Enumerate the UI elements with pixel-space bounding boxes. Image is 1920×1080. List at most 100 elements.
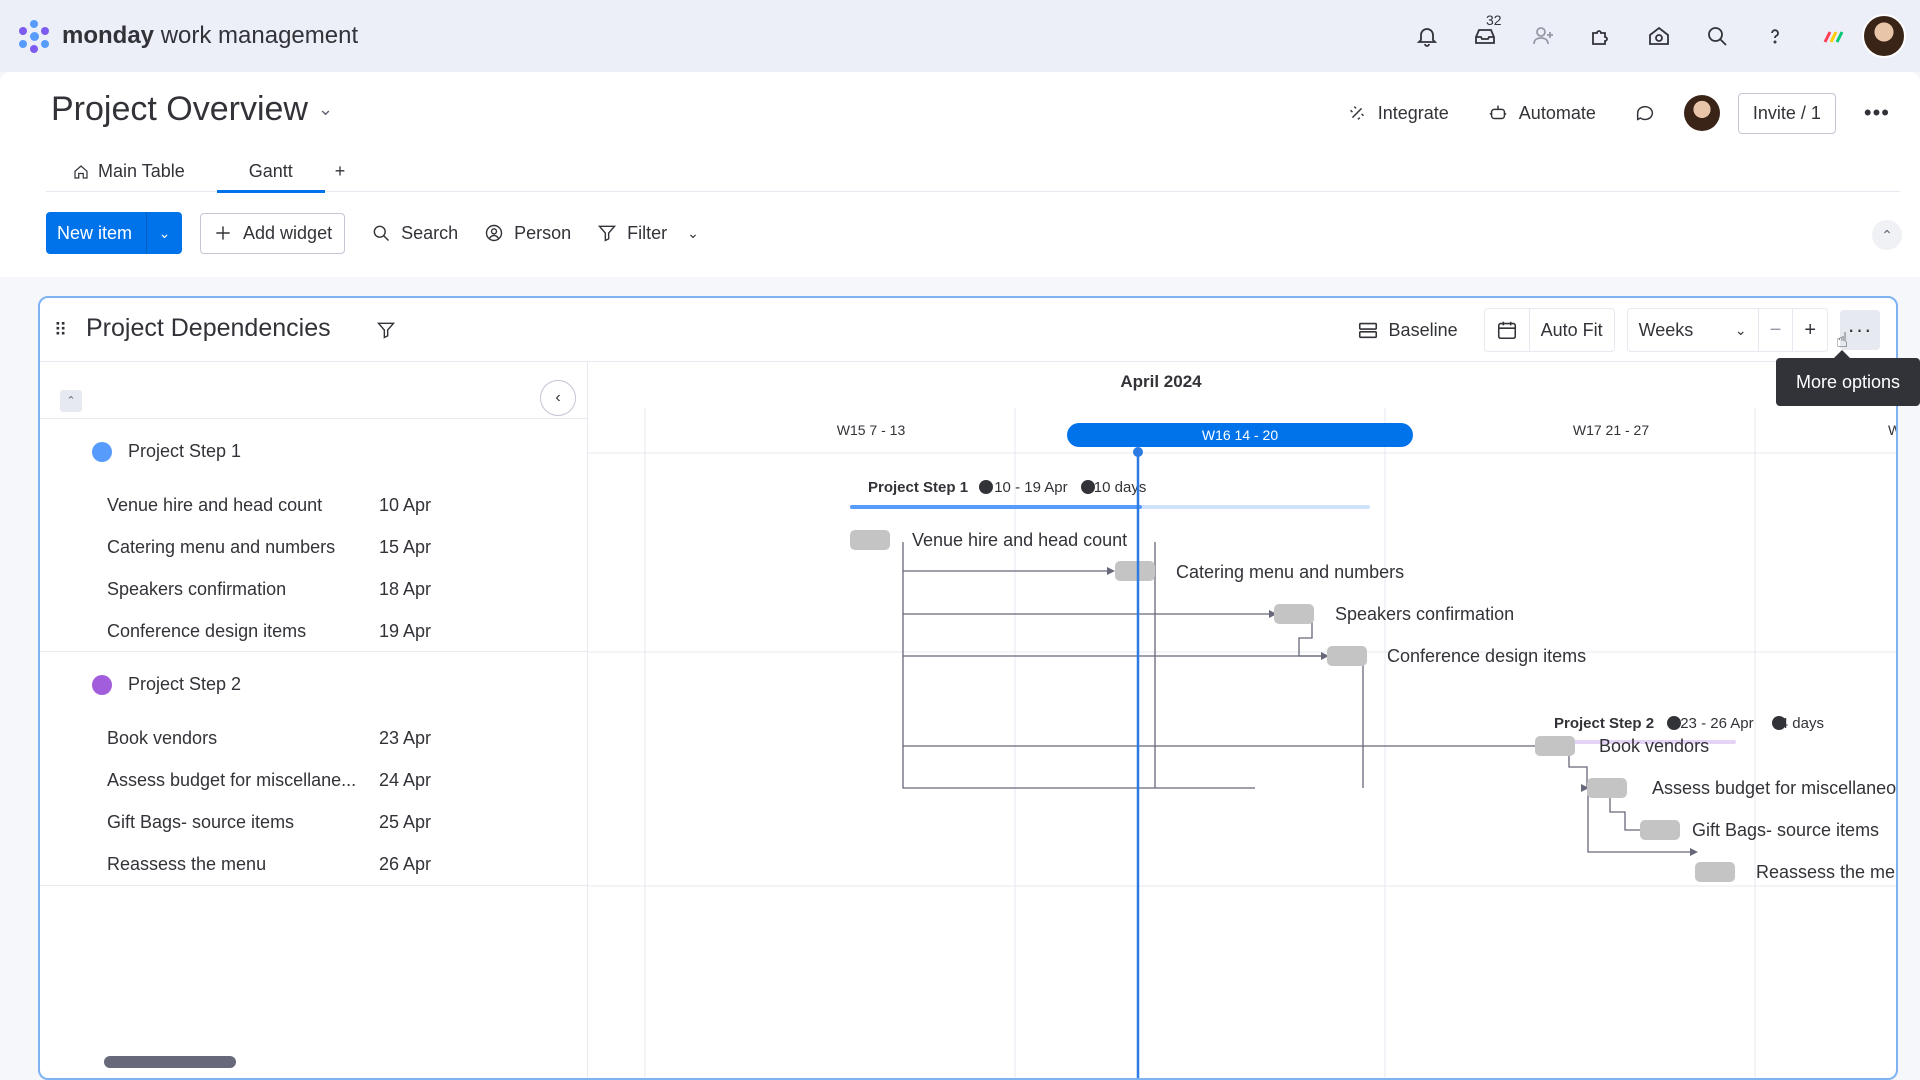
task-bar-label: Catering menu and numbers bbox=[1176, 562, 1404, 582]
collapse-all-icon[interactable]: ⌃ bbox=[60, 390, 82, 412]
scale-select[interactable]: Weeks ⌄ bbox=[1628, 309, 1758, 351]
help-icon[interactable] bbox=[1746, 12, 1804, 60]
task-bar[interactable] bbox=[850, 530, 890, 550]
group-header[interactable]: Project Step 1 bbox=[92, 441, 241, 462]
app-logo[interactable]: monday work management bbox=[16, 18, 358, 54]
zoom-out-button[interactable]: − bbox=[1757, 309, 1793, 351]
task-bar-label: Speakers confirmation bbox=[1335, 604, 1514, 624]
add-widget-button[interactable]: Add widget bbox=[200, 212, 346, 254]
invite-button[interactable]: Invite / 1 bbox=[1737, 92, 1836, 134]
apps-marketplace-icon[interactable] bbox=[1572, 12, 1630, 60]
task-bar-label: Book vendors bbox=[1599, 736, 1709, 756]
tab-gantt[interactable]: Gantt bbox=[216, 152, 325, 193]
widget-header: ⠿ Project Dependencies Baseline Auto Fit bbox=[40, 298, 1896, 362]
group-header[interactable]: Project Step 2 bbox=[92, 674, 241, 695]
task-bar-label: Venue hire and head count bbox=[912, 530, 1127, 550]
baseline-button[interactable]: Baseline bbox=[1357, 308, 1458, 352]
widget-title[interactable]: Project Dependencies bbox=[86, 314, 331, 343]
group-color-dot bbox=[92, 441, 112, 462]
chevron-left-icon: ‹ bbox=[555, 389, 561, 406]
group-summary[interactable]: Project Step 1 10 - 19 Apr 10 days bbox=[868, 479, 1146, 496]
summary-dot bbox=[1772, 716, 1786, 730]
task-bar[interactable] bbox=[1695, 862, 1735, 882]
calendar-button[interactable] bbox=[1485, 309, 1529, 351]
horizontal-scrollbar[interactable] bbox=[104, 1056, 236, 1068]
board-title[interactable]: Project Overview ⌄ bbox=[51, 90, 333, 129]
gantt-widget: ⠿ Project Dependencies Baseline Auto Fit bbox=[38, 296, 1898, 1080]
group-project-step-2: Project Step 2 Book vendors 23 Apr Assess… bbox=[40, 652, 588, 886]
board-menu-button[interactable]: ••• bbox=[1854, 92, 1900, 134]
workspaces-icon[interactable] bbox=[1630, 12, 1688, 60]
collapse-header-button[interactable]: ⌃ bbox=[1872, 220, 1902, 250]
view-tabs: Main Table Gantt + bbox=[46, 152, 1900, 193]
notifications-icon[interactable] bbox=[1398, 12, 1456, 60]
task-list: ⌃ ‹ Project Step 1 Venue hire and head c… bbox=[40, 362, 588, 1078]
integrate-button[interactable]: Integrate bbox=[1336, 94, 1459, 132]
group-color-dot bbox=[92, 674, 112, 695]
task-bar-label: Conference design items bbox=[1387, 646, 1586, 666]
monday-logo-icon bbox=[16, 18, 52, 54]
task-bar[interactable] bbox=[1587, 778, 1627, 798]
product-switcher-icon[interactable] bbox=[1804, 12, 1862, 60]
chevron-down-icon[interactable]: ⌄ bbox=[318, 99, 333, 120]
summary-dot bbox=[1081, 480, 1095, 494]
group-project-step-1: Project Step 1 Venue hire and head count… bbox=[40, 418, 588, 652]
more-dots-icon: ··· bbox=[1847, 317, 1873, 342]
summary-dot bbox=[979, 480, 993, 494]
mouse-cursor-icon: ☝ bbox=[1836, 330, 1849, 352]
month-label: April 2024 bbox=[1120, 372, 1202, 391]
search-button[interactable]: Search bbox=[371, 223, 458, 244]
more-options-tooltip: More options bbox=[1776, 350, 1920, 406]
week-label[interactable]: W15 7 - 13 bbox=[837, 422, 906, 438]
integrate-icon bbox=[1349, 106, 1364, 120]
add-view-button[interactable]: + bbox=[325, 152, 356, 192]
inbox-count-badge: 32 bbox=[1486, 12, 1502, 28]
board-member-avatar[interactable] bbox=[1683, 95, 1720, 131]
chat-bubble-icon bbox=[1636, 105, 1653, 121]
chevron-down-icon[interactable]: ⌄ bbox=[146, 212, 182, 254]
home-icon bbox=[74, 164, 88, 179]
task-bar[interactable] bbox=[1327, 646, 1367, 666]
plus-icon bbox=[216, 226, 230, 240]
filter-button[interactable]: Filter ⌄ bbox=[597, 223, 699, 244]
auto-fit-button[interactable]: Auto Fit bbox=[1528, 309, 1614, 351]
updates-button[interactable] bbox=[1624, 94, 1666, 132]
person-icon bbox=[485, 224, 503, 242]
person-filter-button[interactable]: Person bbox=[484, 223, 571, 244]
week-label[interactable]: W bbox=[1888, 422, 1898, 438]
user-avatar[interactable] bbox=[1862, 14, 1906, 58]
invite-members-icon[interactable] bbox=[1514, 12, 1572, 60]
widget-filter-icon[interactable] bbox=[376, 320, 396, 345]
task-bar[interactable] bbox=[1640, 820, 1680, 840]
baseline-icon bbox=[1358, 322, 1377, 339]
new-item-button[interactable]: New item ⌄ bbox=[46, 212, 183, 254]
task-bar-label: Assess budget for miscellaneous bbox=[1652, 778, 1898, 798]
task-bar[interactable] bbox=[1535, 736, 1575, 756]
brand-name: monday work management bbox=[62, 22, 359, 49]
gantt-chart: April 2024 W15 7 - 13 W16 14 - 20 W17 21… bbox=[588, 362, 1898, 1078]
search-icon bbox=[373, 225, 390, 242]
task-bar[interactable] bbox=[1274, 604, 1314, 624]
filter-icon bbox=[598, 225, 617, 242]
today-marker bbox=[1133, 447, 1143, 457]
top-bar: monday work management 32 bbox=[0, 0, 1920, 72]
more-dots-icon: ••• bbox=[1863, 100, 1890, 125]
search-icon[interactable] bbox=[1688, 12, 1746, 60]
summary-dot bbox=[1667, 716, 1681, 730]
group-progress-bar bbox=[850, 505, 1142, 509]
zoom-in-button[interactable]: + bbox=[1792, 309, 1827, 351]
automate-button[interactable]: Automate bbox=[1477, 94, 1606, 132]
task-bar[interactable] bbox=[1115, 561, 1155, 581]
collapse-list-button[interactable]: ‹ bbox=[540, 380, 576, 416]
automate-robot-icon bbox=[1489, 105, 1507, 120]
board: Project Overview ⌄ Integrate Automate In… bbox=[0, 72, 1920, 1080]
chevron-down-icon[interactable]: ⌄ bbox=[687, 225, 699, 242]
calendar-icon bbox=[1497, 321, 1516, 340]
week-label-current[interactable]: W16 14 - 20 bbox=[1202, 427, 1278, 443]
inbox-icon[interactable]: 32 bbox=[1456, 12, 1514, 60]
board-header: Project Overview ⌄ Integrate Automate In… bbox=[0, 72, 1920, 277]
task-bar-label: Reassess the menu bbox=[1756, 862, 1898, 882]
drag-handle-icon[interactable]: ⠿ bbox=[54, 320, 67, 341]
tab-main-table[interactable]: Main Table bbox=[46, 152, 217, 192]
week-label[interactable]: W17 21 - 27 bbox=[1573, 422, 1649, 438]
